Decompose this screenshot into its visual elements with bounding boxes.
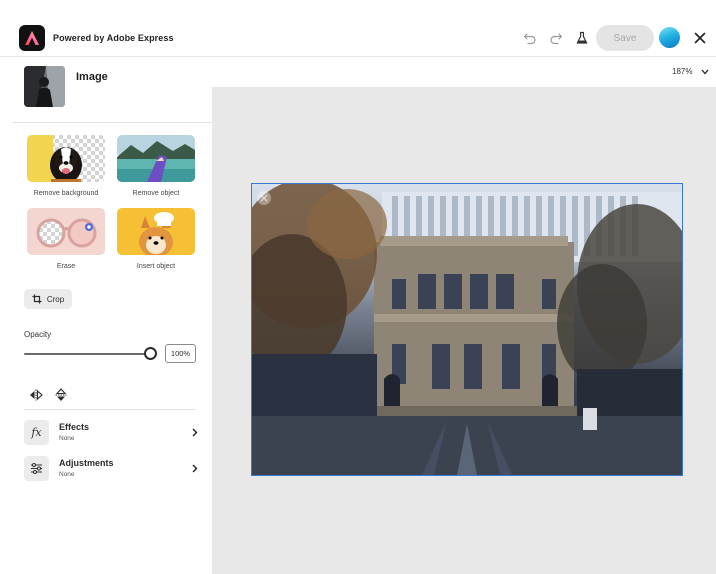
save-button[interactable]: Save — [596, 25, 654, 51]
avatar[interactable] — [659, 27, 680, 48]
remove-background-action[interactable]: Remove background — [27, 135, 105, 197]
chevron-right-icon — [190, 462, 200, 474]
glasses-preview — [27, 208, 105, 255]
redo-icon[interactable] — [548, 30, 564, 46]
dog-hat-preview — [117, 208, 195, 255]
app-title: Powered by Adobe Express — [53, 33, 174, 43]
dog-cutout-preview — [27, 135, 105, 182]
divider — [24, 409, 196, 410]
remove-object-action[interactable]: Remove object — [117, 135, 195, 197]
crop-label: Crop — [46, 294, 65, 304]
sliders-icon — [24, 456, 49, 481]
zoom-level[interactable]: 187% — [672, 67, 692, 76]
flask-icon[interactable] — [574, 30, 590, 46]
opacity-label: Opacity — [24, 330, 52, 339]
opacity-slider-handle[interactable] — [143, 347, 157, 360]
chevron-right-icon — [190, 426, 200, 438]
undo-icon[interactable] — [522, 30, 538, 46]
lake-boat-preview — [117, 135, 195, 182]
quick-action-label: Insert object — [136, 263, 176, 270]
top-bar: Powered by Adobe Express Save — [0, 0, 716, 57]
flip-horizontal-icon[interactable] — [29, 388, 43, 402]
close-icon[interactable] — [690, 28, 710, 48]
effects-value: None — [59, 435, 75, 442]
adobe-express-logo — [19, 25, 45, 51]
divider — [12, 122, 212, 123]
adjustments-value: None — [59, 471, 75, 478]
chevron-down-icon[interactable] — [700, 67, 710, 77]
crop-button[interactable]: Crop — [24, 289, 72, 309]
opacity-slider-track[interactable] — [24, 353, 150, 355]
quick-action-label: Erase — [56, 263, 76, 270]
adjustments-row[interactable]: Adjustments None — [24, 456, 200, 482]
opacity-input[interactable] — [165, 344, 196, 363]
fx-icon: fx — [24, 420, 49, 445]
quick-action-label: Remove object — [132, 190, 180, 197]
quick-action-label: Remove background — [33, 190, 99, 197]
panel-title: Image — [76, 71, 108, 83]
canvas-header — [212, 57, 716, 87]
crop-icon — [32, 294, 42, 304]
adjustments-title: Adjustments — [59, 458, 114, 468]
effects-row[interactable]: fx Effects None — [24, 420, 200, 446]
effects-title: Effects — [59, 422, 90, 432]
selected-image[interactable] — [251, 183, 683, 476]
erase-action[interactable]: Erase — [27, 208, 105, 270]
image-thumbnail — [24, 66, 65, 107]
flip-vertical-icon[interactable] — [54, 388, 68, 402]
insert-object-action[interactable]: Insert object — [117, 208, 195, 270]
